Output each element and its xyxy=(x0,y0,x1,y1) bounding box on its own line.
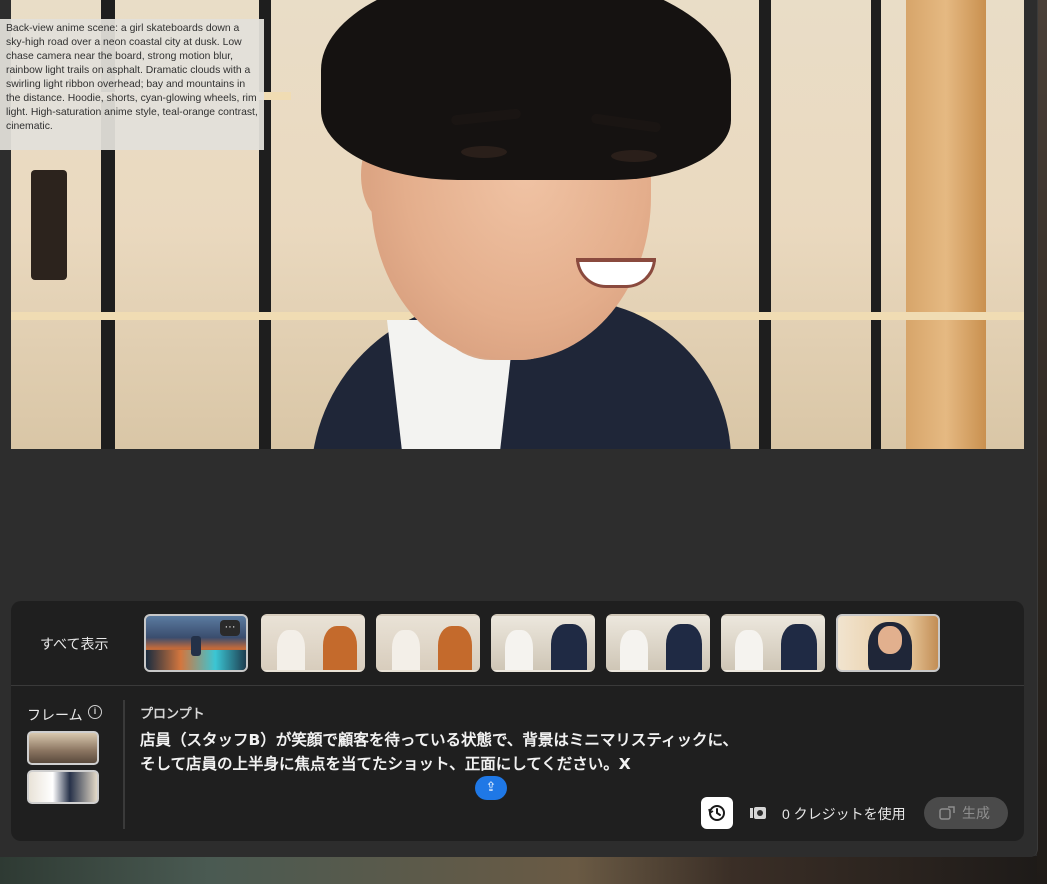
thumbnail-item[interactable] xyxy=(261,614,365,672)
frame-thumb[interactable] xyxy=(27,770,99,804)
thumbnail-item[interactable] xyxy=(491,614,595,672)
history-button[interactable] xyxy=(701,797,733,829)
background-edge xyxy=(1037,0,1047,884)
upload-arrow-icon[interactable]: ⇪ xyxy=(475,776,507,800)
info-icon[interactable]: i xyxy=(88,705,102,719)
thumbnail-item[interactable] xyxy=(606,614,710,672)
credits-label: 0 クレジットを使用 xyxy=(782,806,906,822)
app-window: Back-view anime scene: a girl skateboard… xyxy=(0,0,1047,884)
vertical-divider xyxy=(123,700,125,829)
more-options-button[interactable]: ··· xyxy=(220,620,240,636)
prompt-tooltip: Back-view anime scene: a girl skateboard… xyxy=(0,19,264,150)
prompt-input[interactable]: 店員（スタッフB）が笑顔で顧客を待っている状態で、背景はミニマリスティックに、 … xyxy=(140,728,780,776)
history-icon xyxy=(708,805,725,821)
thumbnail-item[interactable] xyxy=(721,614,825,672)
credits-icon xyxy=(750,807,766,819)
prompt-label: プロンプト xyxy=(140,706,205,721)
prompt-line-1: 店員（スタッフB）が笑顔で顧客を待っている状態で、背景はミニマリスティックに、 xyxy=(140,731,739,749)
thumbnail-item[interactable] xyxy=(836,614,940,672)
dock-divider xyxy=(11,685,1024,686)
frame-label: フレーム xyxy=(27,707,83,723)
frame-thumb[interactable] xyxy=(27,731,99,765)
generate-icon xyxy=(939,806,955,820)
generate-button[interactable]: 生成 xyxy=(924,797,1008,829)
background-wallpaper xyxy=(0,856,1047,884)
show-all-button[interactable]: すべて表示 xyxy=(40,634,108,654)
editor-panel: Back-view anime scene: a girl skateboard… xyxy=(0,0,1038,857)
generate-label: 生成 xyxy=(962,805,990,821)
thumbnail-item[interactable] xyxy=(376,614,480,672)
prompt-line-2: そして店員の上半身に焦点を当てたショット、正面にしてください。X xyxy=(140,755,631,773)
generation-dock: すべて表示 ··· フレーム i プロンプト 店員（スタッフB）が笑顔で顧客を待… xyxy=(11,601,1024,841)
thumbnail-item[interactable]: ··· xyxy=(144,614,248,672)
